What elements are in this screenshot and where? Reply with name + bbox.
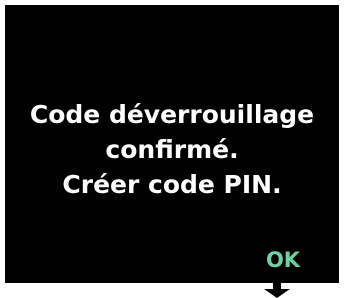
device-screen: Code déverrouillage confirmé. Créer code… xyxy=(5,5,339,283)
message-line-2: confirmé. xyxy=(105,135,239,164)
message-line-3: Créer code PIN. xyxy=(62,170,282,199)
arrow-down-icon xyxy=(264,283,290,298)
confirmation-message: Code déverrouillage confirmé. Créer code… xyxy=(5,97,339,202)
message-line-1: Code déverrouillage xyxy=(29,100,315,129)
ok-button[interactable]: OK xyxy=(255,243,311,277)
